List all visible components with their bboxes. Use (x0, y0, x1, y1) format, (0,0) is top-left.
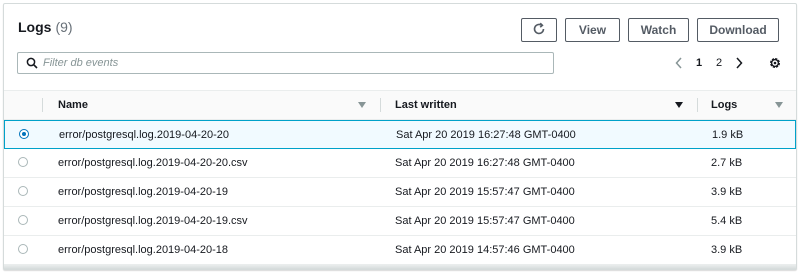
log-name: error/postgresql.log.2019-04-20-19 (58, 185, 228, 198)
sort-last-written-icon[interactable] (675, 102, 683, 108)
row-select-radio[interactable] (18, 215, 28, 225)
row-select-radio[interactable] (19, 129, 29, 139)
row-select-radio[interactable] (18, 244, 28, 254)
log-name: error/postgresql.log.2019-04-20-19.csv (58, 214, 248, 227)
log-size: 1.9 kB (712, 128, 744, 141)
page-1-button[interactable]: 1 (689, 57, 709, 69)
pagination: 1 2 (669, 54, 749, 72)
search-input[interactable] (43, 54, 553, 72)
log-last-written: Sat Apr 20 2019 14:57:46 GMT-0400 (395, 243, 575, 256)
refresh-button[interactable] (521, 18, 557, 42)
log-last-written: Sat Apr 20 2019 15:57:47 GMT-0400 (395, 185, 575, 198)
row-select-radio[interactable] (18, 157, 28, 167)
log-size: 5.4 kB (711, 214, 743, 227)
column-divider (42, 98, 43, 112)
log-last-written: Sat Apr 20 2019 15:57:47 GMT-0400 (395, 214, 575, 227)
logs-table: Name Last written Logs error/postgresql.… (4, 90, 796, 265)
watch-button[interactable]: Watch (628, 18, 689, 42)
prev-page-button[interactable] (669, 54, 689, 72)
log-name: error/postgresql.log.2019-04-20-20 (59, 128, 229, 141)
search-icon (21, 53, 43, 73)
sort-logs-icon[interactable] (775, 102, 783, 108)
table-row[interactable]: error/postgresql.log.2019-04-20-19.csv S… (4, 207, 796, 236)
panel-title: Logs (9) (18, 19, 73, 35)
column-divider (380, 98, 381, 112)
settings-gear-icon[interactable] (766, 54, 784, 72)
table-row[interactable]: error/postgresql.log.2019-04-20-18 Sat A… (4, 236, 796, 265)
table-header: Name Last written Logs (4, 90, 796, 120)
logs-panel: Logs(9) View Watch Download 1 2 (3, 3, 797, 270)
log-size: 2.7 kB (711, 156, 743, 169)
refresh-icon (532, 22, 546, 39)
panel-title-text: Logs (18, 19, 52, 35)
column-divider (697, 98, 698, 112)
log-name: error/postgresql.log.2019-04-20-18 (58, 243, 228, 256)
table-row[interactable]: error/postgresql.log.2019-04-20-19 Sat A… (4, 178, 796, 207)
search-field (17, 52, 554, 74)
row-select-radio[interactable] (18, 186, 28, 196)
sort-name-icon[interactable] (358, 102, 366, 108)
table-body: error/postgresql.log.2019-04-20-20 Sat A… (4, 120, 796, 265)
log-count: (9) (55, 19, 73, 35)
log-name: error/postgresql.log.2019-04-20-20.csv (58, 156, 248, 169)
next-page-button[interactable] (729, 54, 749, 72)
column-header-last-written[interactable]: Last written (395, 91, 457, 119)
page-2-button[interactable]: 2 (709, 57, 729, 69)
table-row[interactable]: error/postgresql.log.2019-04-20-20.csv S… (4, 149, 796, 178)
view-button[interactable]: View (565, 18, 620, 42)
table-row[interactable]: error/postgresql.log.2019-04-20-20 Sat A… (4, 120, 796, 149)
log-last-written: Sat Apr 20 2019 16:27:48 GMT-0400 (396, 128, 576, 141)
download-button[interactable]: Download (697, 18, 779, 42)
panel-bottom-edge (4, 265, 796, 269)
log-last-written: Sat Apr 20 2019 16:27:48 GMT-0400 (395, 156, 575, 169)
column-header-name[interactable]: Name (58, 91, 88, 119)
log-size: 3.9 kB (711, 243, 743, 256)
column-header-logs[interactable]: Logs (711, 91, 737, 119)
log-size: 3.9 kB (711, 185, 743, 198)
